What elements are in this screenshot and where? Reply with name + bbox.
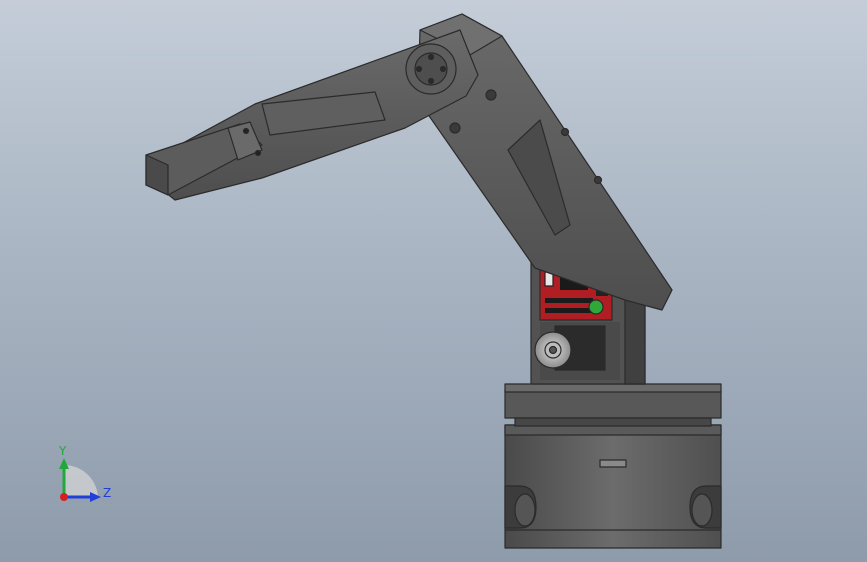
graphics-viewport[interactable]: Y Z xyxy=(0,0,867,562)
coordinate-triad: Y Z xyxy=(58,444,111,502)
base-slot xyxy=(599,459,627,468)
robot-arm-model[interactable] xyxy=(145,13,722,549)
triad-arc xyxy=(64,464,98,497)
status-led xyxy=(588,299,604,315)
turntable xyxy=(504,383,722,427)
x-axis-dot xyxy=(60,493,68,501)
robot-base xyxy=(504,424,722,549)
z-axis-label: Z xyxy=(103,486,111,500)
y-axis-arrow xyxy=(59,458,69,469)
y-axis-label: Y xyxy=(58,444,67,458)
